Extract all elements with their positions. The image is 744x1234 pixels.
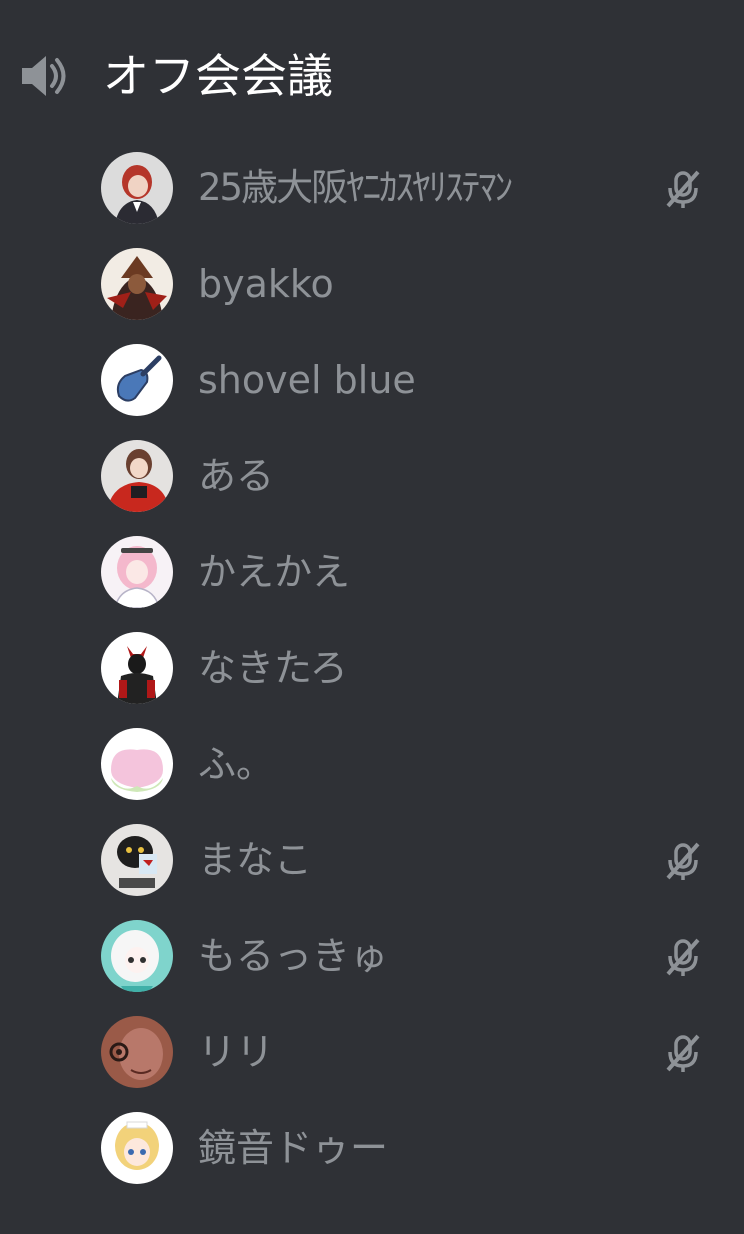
voice-member[interactable]: 25歳大阪ﾔﾆｶｽﾔﾘｽﾃﾏﾝ	[0, 140, 744, 236]
avatar	[101, 536, 173, 608]
voice-member-list: 25歳大阪ﾔﾆｶｽﾔﾘｽﾃﾏﾝ byakko shovel blue ある かえ…	[0, 140, 744, 1196]
member-name: byakko	[198, 262, 334, 306]
voice-member[interactable]: かえかえ	[0, 524, 744, 620]
member-name: 鏡音ドゥー	[198, 1126, 389, 1170]
member-name: なきたろ	[198, 646, 348, 690]
avatar	[101, 920, 173, 992]
avatar	[101, 248, 173, 320]
member-name: 25歳大阪ﾔﾆｶｽﾔﾘｽﾃﾏﾝ	[198, 166, 513, 209]
voice-member[interactable]: リリ	[0, 1004, 744, 1100]
voice-member[interactable]: 鏡音ドゥー	[0, 1100, 744, 1196]
avatar	[101, 440, 173, 512]
avatar	[101, 728, 173, 800]
voice-member[interactable]: ふ。	[0, 716, 744, 812]
voice-member[interactable]: もるっきゅ	[0, 908, 744, 1004]
voice-member[interactable]: byakko	[0, 236, 744, 332]
mic-muted-icon	[666, 170, 700, 208]
avatar	[101, 824, 173, 896]
member-name: ある	[198, 454, 275, 498]
voice-member[interactable]: ある	[0, 428, 744, 524]
member-name: リリ	[198, 1030, 275, 1074]
channel-name: オフ会会議	[103, 49, 333, 103]
member-name: ふ。	[198, 742, 275, 786]
mic-muted-icon	[666, 842, 700, 880]
mic-muted-icon	[666, 1034, 700, 1072]
voice-channel-header[interactable]: オフ会会議	[0, 0, 744, 150]
avatar	[101, 344, 173, 416]
member-name: かえかえ	[198, 550, 351, 594]
avatar	[101, 632, 173, 704]
member-name: まなこ	[198, 838, 313, 882]
avatar	[101, 1112, 173, 1184]
voice-member[interactable]: まなこ	[0, 812, 744, 908]
avatar	[101, 152, 173, 224]
speaker-icon	[22, 56, 66, 96]
member-name: shovel blue	[198, 358, 416, 402]
member-name: もるっきゅ	[198, 934, 389, 978]
avatar	[101, 1016, 173, 1088]
voice-member[interactable]: shovel blue	[0, 332, 744, 428]
mic-muted-icon	[666, 938, 700, 976]
voice-member[interactable]: なきたろ	[0, 620, 744, 716]
